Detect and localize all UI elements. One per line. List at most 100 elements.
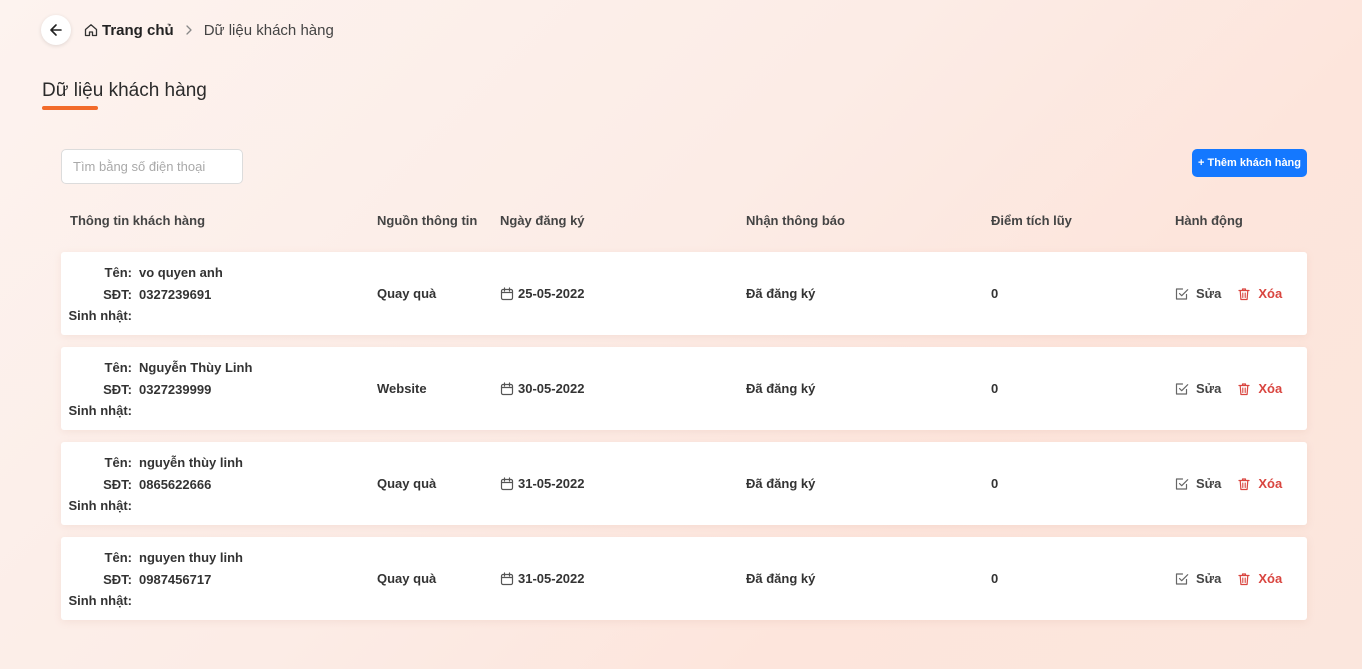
customer-phone: 0987456717 — [139, 571, 212, 587]
birthday-label: Sinh nhật: — [68, 308, 132, 324]
edit-label: Sửa — [1196, 476, 1222, 491]
register-date: 30-05-2022 — [518, 381, 585, 396]
actions-cell: Sửa Xóa — [1175, 252, 1282, 335]
birthday-label: Sinh nhật: — [68, 403, 132, 419]
customer-table-body: Tên: vo quyen anh SĐT: 0327239691 Sinh nhậ… — [61, 252, 1307, 632]
customer-phone: 0327239691 — [139, 286, 212, 302]
birthday-label: Sinh nhật: — [68, 593, 132, 609]
notification-cell: Đã đăng ký — [746, 476, 816, 491]
table-row: Tên: vo quyen anh SĐT: 0327239691 Sinh nhậ… — [61, 252, 1307, 335]
edit-label: Sửa — [1196, 286, 1222, 301]
notification-cell: Đã đăng ký — [746, 571, 816, 586]
calendar-icon — [500, 286, 514, 300]
source-cell: Quay quà — [377, 476, 437, 491]
trash-icon — [1238, 477, 1250, 490]
arrow-left-icon — [50, 24, 62, 36]
delete-button[interactable]: Xóa — [1237, 286, 1282, 301]
edit-label: Sửa — [1196, 571, 1222, 586]
actions-cell: Sửa Xóa — [1175, 347, 1282, 430]
points-cell: 0 — [991, 476, 999, 491]
points-cell: 0 — [991, 286, 999, 301]
register-date: 31-05-2022 — [518, 571, 585, 586]
table-row: Tên: nguyen thuy linh SĐT: 0987456717 Sinh… — [61, 537, 1307, 620]
customer-name: vo quyen anh — [139, 265, 223, 281]
top-bar: Trang chủ Dữ liệu khách hàng — [41, 14, 334, 46]
calendar-icon — [500, 571, 514, 585]
source-cell: Quay quà — [377, 286, 437, 301]
table-header: Thông tin khách hàng Nguồn thông tin Ngà… — [61, 213, 1307, 231]
column-header-customer-info: Thông tin khách hàng — [70, 213, 206, 228]
points-cell: 0 — [991, 571, 999, 586]
name-label: Tên: — [104, 455, 132, 471]
customer-name: Nguyễn Thùy Linh — [139, 360, 253, 376]
column-header-register-date: Ngày đăng ký — [500, 213, 585, 228]
delete-button[interactable]: Xóa — [1237, 571, 1282, 586]
points-cell: 0 — [991, 381, 999, 396]
source-cell: Quay quà — [377, 571, 437, 586]
customer-phone: 0865622666 — [139, 476, 212, 492]
birthday-label: Sinh nhật: — [68, 498, 132, 514]
column-header-source: Nguồn thông tin — [377, 213, 478, 228]
delete-button[interactable]: Xóa — [1237, 476, 1282, 491]
trash-icon — [1238, 572, 1250, 585]
trash-icon — [1238, 287, 1250, 300]
breadcrumb-current: Dữ liệu khách hàng — [203, 21, 334, 39]
title-underline — [42, 106, 98, 110]
chevron-right-icon — [184, 24, 194, 36]
add-customer-button[interactable]: + Thêm khách hàng — [1192, 149, 1307, 177]
calendar-icon — [500, 476, 514, 490]
breadcrumb: Trang chủ Dữ liệu khách hàng — [84, 22, 334, 39]
delete-label: Xóa — [1258, 476, 1283, 491]
edit-label: Sửa — [1196, 381, 1222, 396]
notification-cell: Đã đăng ký — [746, 381, 816, 396]
edit-button[interactable]: Sửa — [1175, 381, 1221, 396]
calendar-icon — [500, 381, 514, 395]
actions-cell: Sửa Xóa — [1175, 442, 1282, 525]
customer-info: Tên: Nguyễn Thùy Linh SĐT: 0327239999 Sinh… — [61, 357, 361, 422]
customer-phone: 0327239999 — [139, 381, 212, 397]
delete-label: Xóa — [1258, 571, 1283, 586]
edit-button[interactable]: Sửa — [1175, 476, 1221, 491]
delete-label: Xóa — [1258, 381, 1283, 396]
trash-icon — [1238, 382, 1250, 395]
delete-label: Xóa — [1258, 286, 1283, 301]
date-cell: 30-05-2022 — [500, 347, 585, 430]
customer-info: Tên: vo quyen anh SĐT: 0327239691 Sinh nhậ… — [61, 262, 361, 327]
phone-label: SĐT: — [103, 286, 132, 302]
edit-icon — [1175, 477, 1189, 490]
notification-cell: Đã đăng ký — [746, 286, 816, 301]
column-header-notification: Nhận thông báo — [746, 213, 845, 228]
column-header-points: Điểm tích lũy — [991, 213, 1072, 228]
breadcrumb-home-label: Trang chủ — [102, 21, 174, 39]
actions-cell: Sửa Xóa — [1175, 537, 1282, 620]
delete-button[interactable]: Xóa — [1237, 381, 1282, 396]
phone-label: SĐT: — [103, 476, 132, 492]
back-button[interactable] — [41, 15, 71, 45]
customer-name: nguyen thuy linh — [139, 550, 243, 566]
register-date: 31-05-2022 — [518, 476, 585, 491]
phone-label: SĐT: — [103, 571, 132, 587]
search-input[interactable] — [61, 149, 243, 184]
home-icon — [84, 24, 98, 37]
table-row: Tên: nguyễn thùy linh SĐT: 0865622666 Sinh… — [61, 442, 1307, 525]
page-title: Dữ liệu khách hàng — [42, 80, 207, 101]
source-cell: Website — [377, 381, 427, 396]
table-row: Tên: Nguyễn Thùy Linh SĐT: 0327239999 Sinh… — [61, 347, 1307, 430]
register-date: 25-05-2022 — [518, 286, 585, 301]
customer-info: Tên: nguyen thuy linh SĐT: 0987456717 Sinh… — [61, 547, 361, 612]
date-cell: 31-05-2022 — [500, 442, 585, 525]
edit-button[interactable]: Sửa — [1175, 571, 1221, 586]
phone-label: SĐT: — [103, 381, 132, 397]
edit-icon — [1175, 287, 1189, 300]
name-label: Tên: — [104, 265, 132, 281]
edit-button[interactable]: Sửa — [1175, 286, 1221, 301]
edit-icon — [1175, 572, 1189, 585]
edit-icon — [1175, 382, 1189, 395]
breadcrumb-home[interactable]: Trang chủ — [84, 22, 174, 39]
date-cell: 25-05-2022 — [500, 252, 585, 335]
column-header-actions: Hành động — [1175, 213, 1243, 228]
customer-name: nguyễn thùy linh — [139, 455, 243, 471]
date-cell: 31-05-2022 — [500, 537, 585, 620]
name-label: Tên: — [104, 550, 132, 566]
name-label: Tên: — [104, 360, 132, 376]
